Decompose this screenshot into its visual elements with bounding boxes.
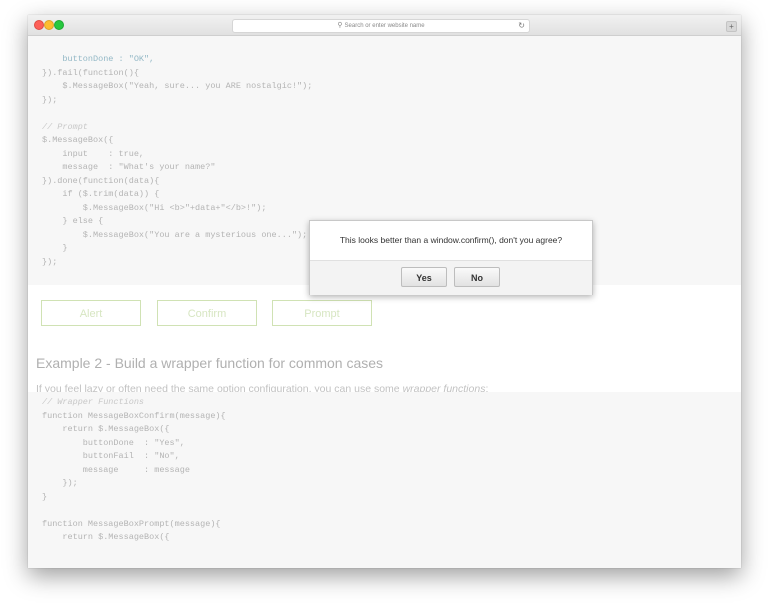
code-line: buttonDone : "Yes", <box>42 437 185 448</box>
new-tab-button[interactable]: + <box>726 21 737 32</box>
code-line: function MessageBoxConfirm(message){ <box>42 410 226 421</box>
code-line: $.MessageBox("You are a mysterious one..… <box>42 229 308 240</box>
code-line: $.MessageBox("Yeah, sure... you ARE nost… <box>42 81 313 91</box>
address-placeholder: Search or enter website name <box>344 23 425 29</box>
close-window-button[interactable] <box>34 20 44 30</box>
title-bar: ⚲ Search or enter website name ↻ + <box>28 15 741 36</box>
code-lines: buttonDone : "OK", }).fail(function(){ $.… <box>42 53 312 269</box>
code-line: }).done(function(data){ <box>42 175 160 186</box>
code-line: if ($.trim(data)) { <box>42 189 160 199</box>
code-line: $.MessageBox("Hi <b>"+data+"</b>!"); <box>42 202 267 213</box>
code-line: buttonFail : "No", <box>42 451 180 461</box>
confirm-dialog: This looks better than a window.confirm(… <box>309 220 593 295</box>
yes-button[interactable]: Yes <box>401 267 447 287</box>
minimize-window-button[interactable] <box>44 20 54 30</box>
maximize-window-button[interactable] <box>54 20 64 30</box>
browser-window: ⚲ Search or enter website name ↻ + button… <box>28 15 741 568</box>
address-bar[interactable]: ⚲ Search or enter website name ↻ <box>232 19 530 33</box>
code-line: } <box>42 243 68 253</box>
no-button[interactable]: No <box>454 267 500 287</box>
code-block-wrapper-functions: // Wrapper Functions function MessageBoxC… <box>28 392 741 568</box>
confirm-button[interactable]: Confirm <box>157 300 257 326</box>
code-line: message : "What's your name?" <box>42 162 216 172</box>
code-line: }).fail(function(){ <box>42 67 139 78</box>
dialog-footer: Yes No <box>310 260 592 295</box>
prompt-button[interactable]: Prompt <box>272 300 372 326</box>
section-heading: Example 2 - Build a wrapper function for… <box>36 355 384 371</box>
alert-button[interactable]: Alert <box>41 300 141 326</box>
code-line: }); <box>42 94 58 105</box>
code-line: function MessageBoxPrompt(message){ <box>42 518 221 529</box>
code-line: // Prompt <box>42 121 88 132</box>
code-line: input : true, <box>42 148 145 159</box>
code-line: } else { <box>42 216 104 226</box>
reload-icon[interactable]: ↻ <box>518 20 525 32</box>
code-line: return $.MessageBox({ <box>42 424 170 434</box>
code-line: $.MessageBox({ <box>42 135 114 145</box>
code-lines: // Wrapper Functions function MessageBoxC… <box>42 396 226 545</box>
code-line: // Wrapper Functions <box>42 397 145 407</box>
code-line: return $.MessageBox({ <box>42 532 170 542</box>
code-line: }); <box>42 256 58 267</box>
dialog-message: This looks better than a window.confirm(… <box>339 235 563 245</box>
code-line: message : message <box>42 464 190 475</box>
page-viewport: buttonDone : "OK", }).fail(function(){ $.… <box>28 36 741 568</box>
code-line: } <box>42 491 48 502</box>
code-line: buttonDone : "OK", <box>42 54 155 64</box>
search-icon: ⚲ <box>337 22 343 29</box>
code-line: }); <box>42 478 78 488</box>
